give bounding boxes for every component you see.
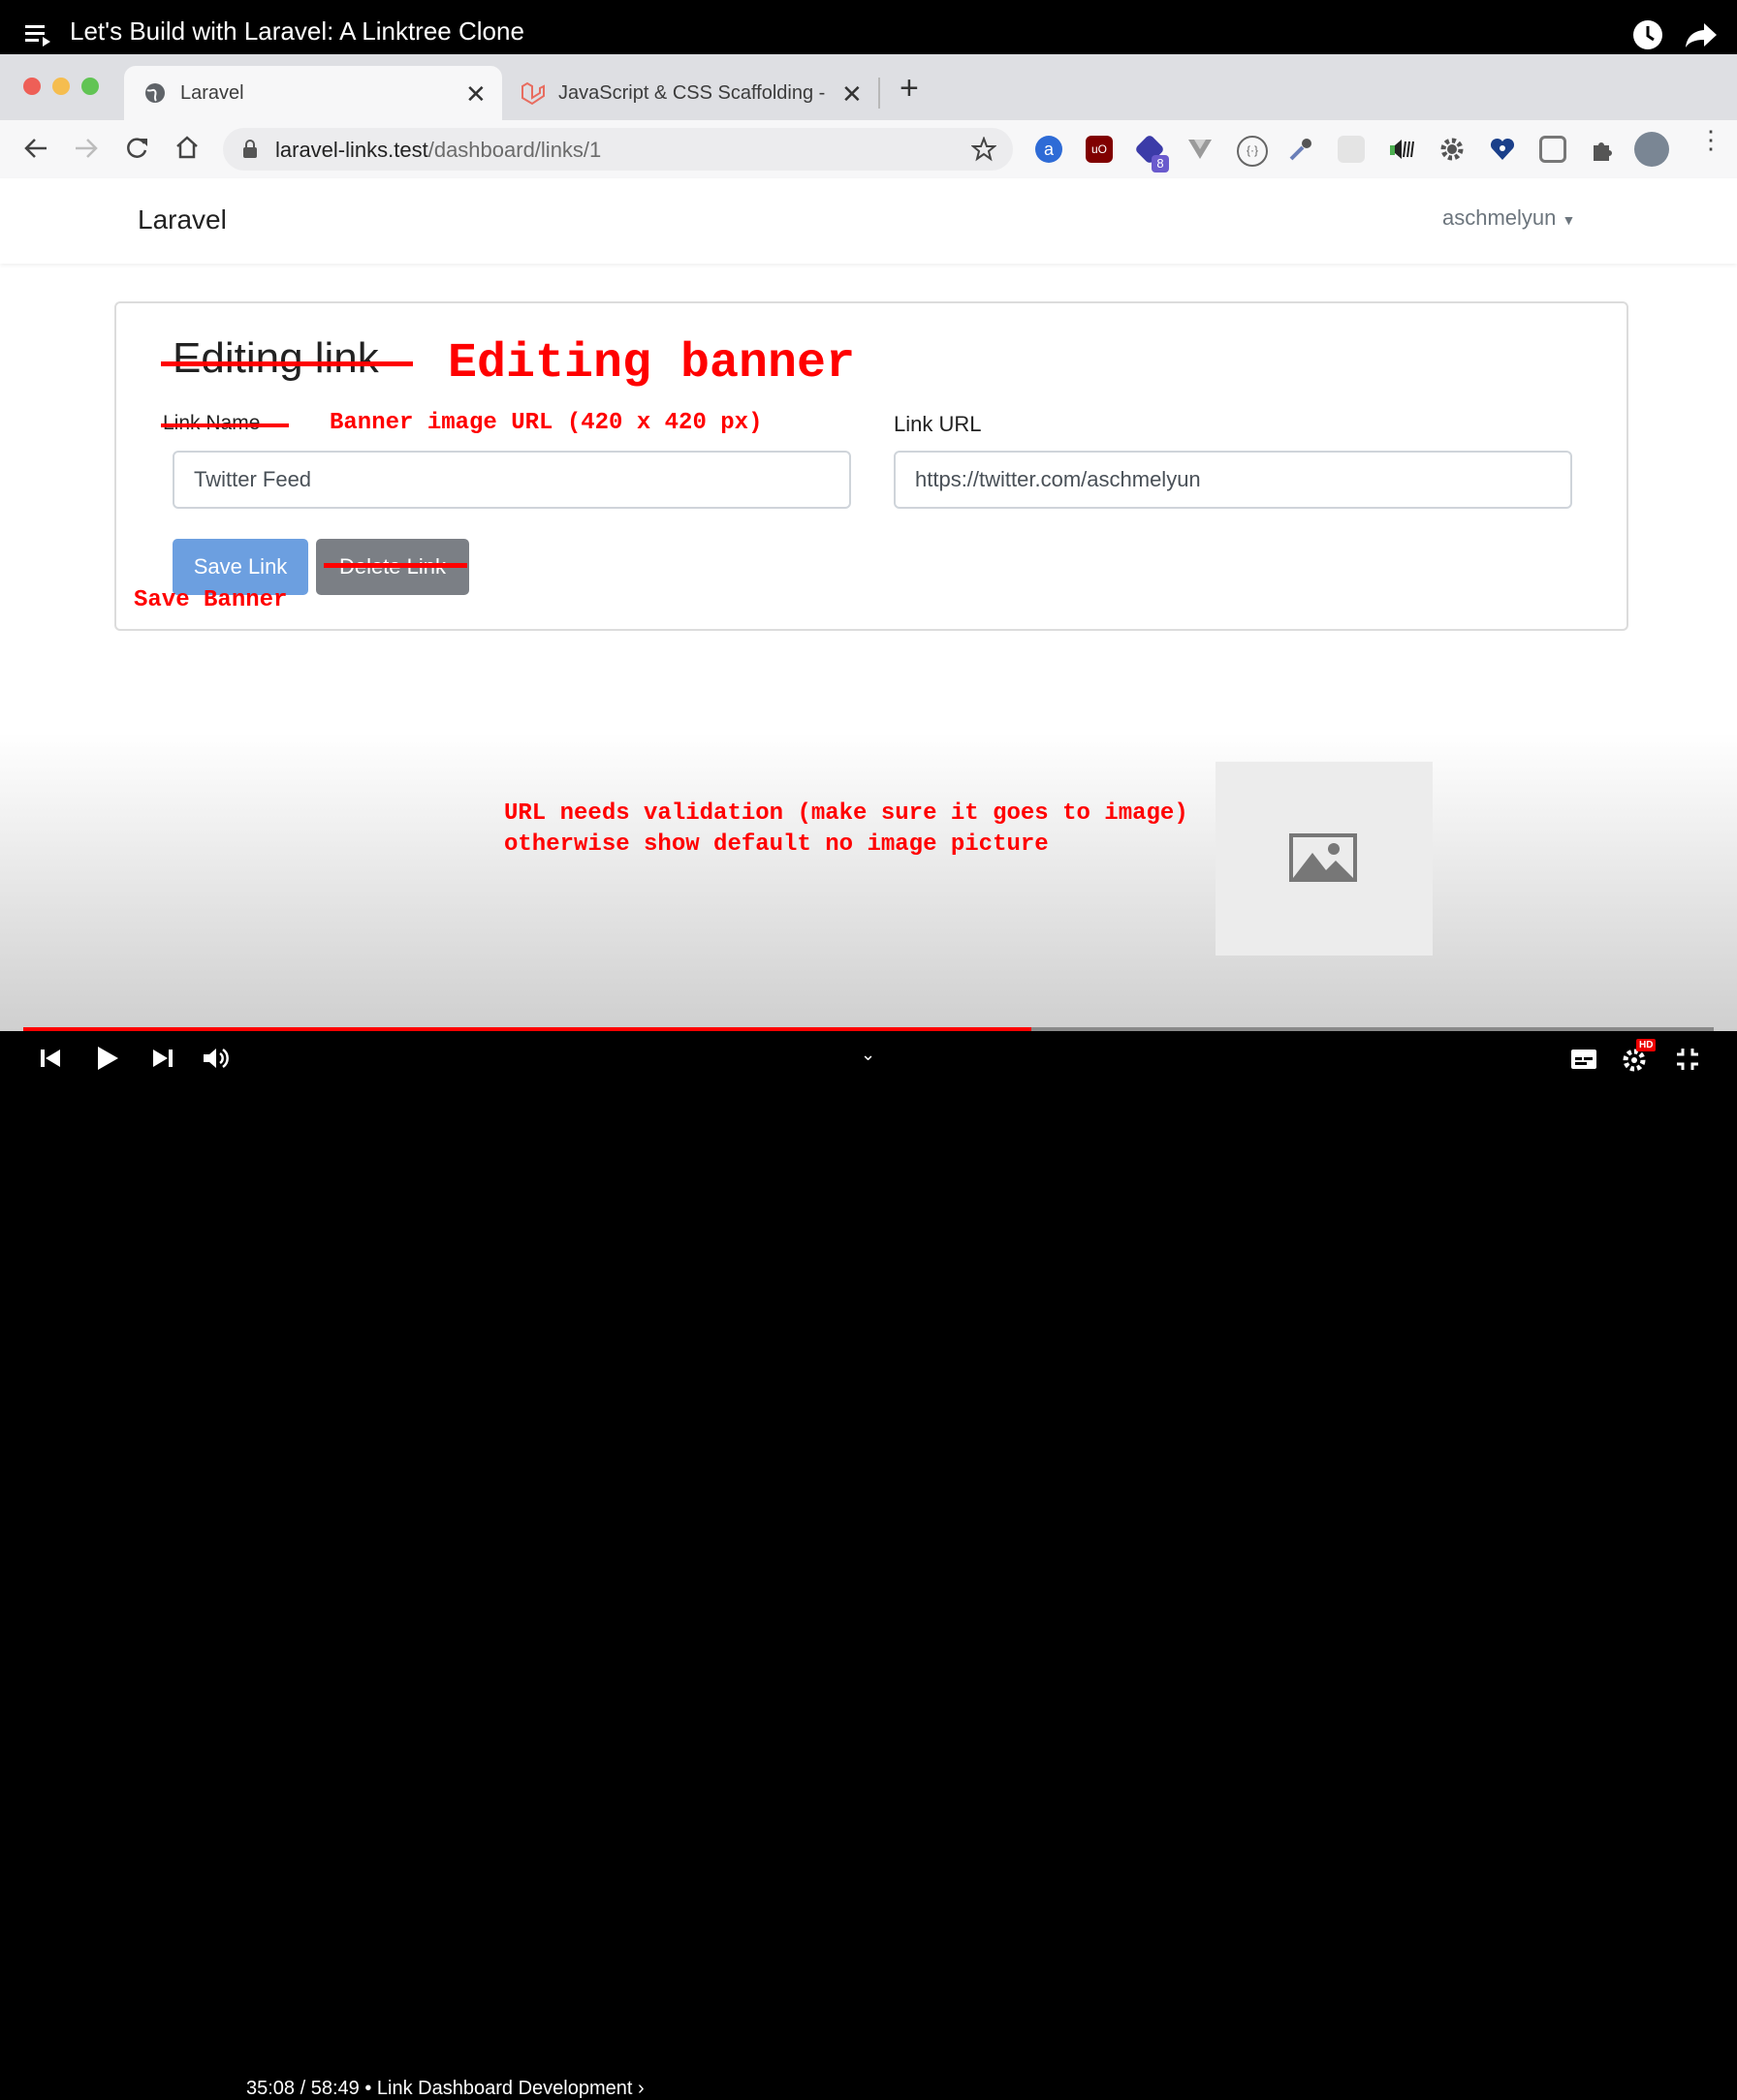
url-host: laravel-links.test <box>275 138 428 162</box>
annotation-heading: Editing banner <box>448 336 856 392</box>
back-icon[interactable] <box>23 136 48 166</box>
maximize-window-button[interactable] <box>81 78 99 95</box>
tab-bar: Laravel ✕ JavaScript & CSS Scaffolding -… <box>0 54 1737 120</box>
browser-menu-icon[interactable]: ⋮ <box>1698 127 1723 152</box>
annotation-save: Save Banner <box>134 587 288 613</box>
time-display: 35:08 / 58:49 • Link Dashboard Developme… <box>246 2078 645 2099</box>
link-name-field[interactable] <box>173 451 851 509</box>
caret-down-icon: ▼ <box>1562 212 1576 228</box>
new-tab-icon[interactable]: + <box>900 70 919 108</box>
url-text[interactable]: laravel-links.test/dashboard/links/1 <box>275 138 601 163</box>
close-tab-icon[interactable]: ✕ <box>465 79 487 110</box>
hd-badge: HD <box>1636 1039 1657 1051</box>
address-bar[interactable]: laravel-links.test/dashboard/links/1 <box>223 128 1013 171</box>
password-manager-icon[interactable] <box>1489 136 1516 168</box>
delete-strikethrough <box>324 563 467 568</box>
edit-link-card: Editing link Editing banner Link Name Ba… <box>114 301 1628 631</box>
title-strikethrough <box>161 361 413 366</box>
annotation-validation-line1: URL needs validation (make sure it goes … <box>504 800 1188 827</box>
close-window-button[interactable] <box>23 78 41 95</box>
navbar-brand[interactable]: Laravel <box>138 204 227 235</box>
browser-toolbar: laravel-links.test/dashboard/links/1 a u… <box>0 120 1737 179</box>
time-total: 58:49 <box>310 2078 360 2099</box>
close-tab-icon[interactable]: ✕ <box>841 79 863 110</box>
reload-icon[interactable] <box>124 136 149 166</box>
volume-icon[interactable] <box>202 1046 229 1076</box>
chapter-title[interactable]: Link Dashboard Development <box>377 2078 633 2099</box>
audio-extension-icon[interactable] <box>1388 136 1415 168</box>
annotation-banner-label: Banner image URL (420 x 420 px) <box>330 410 763 436</box>
chevron-down-icon[interactable]: ⌄ <box>861 1045 875 1065</box>
grid-extension-icon[interactable] <box>1338 136 1365 163</box>
minimize-window-button[interactable] <box>52 78 70 95</box>
user-dropdown[interactable]: aschmelyun ▼ <box>1442 205 1575 231</box>
time-current: 35:08 <box>246 2078 296 2099</box>
eyedropper-icon[interactable] <box>1287 136 1314 168</box>
bookmark-star-icon[interactable] <box>970 136 997 167</box>
settings-gear-extension-icon[interactable] <box>1438 136 1466 168</box>
video-title[interactable]: Let's Build with Laravel: A Linktree Clo… <box>70 16 524 47</box>
browser-window: Laravel ✕ JavaScript & CSS Scaffolding -… <box>0 54 1737 1031</box>
tab-label: JavaScript & CSS Scaffolding - <box>558 82 826 104</box>
subtitles-icon[interactable] <box>1570 1049 1597 1075</box>
previous-icon[interactable] <box>39 1047 62 1075</box>
tab-label: Laravel <box>180 82 244 104</box>
globe-icon <box>143 81 167 105</box>
user-name: aschmelyun <box>1442 205 1557 230</box>
link-url-field[interactable] <box>894 451 1572 509</box>
watch-later-icon[interactable] <box>1632 19 1663 50</box>
cast-extension-icon[interactable] <box>1539 136 1566 163</box>
tab-divider <box>878 78 880 109</box>
label-strikethrough <box>161 423 289 427</box>
tab-laravel[interactable]: Laravel ✕ <box>124 66 502 120</box>
laravel-logo-icon <box>520 81 545 107</box>
home-icon[interactable] <box>174 135 200 165</box>
extension-badge: 8 <box>1152 155 1169 172</box>
no-image-placeholder <box>1216 762 1433 956</box>
video-top-bar: Let's Build with Laravel: A Linktree Clo… <box>0 0 1737 54</box>
app-navbar: Laravel aschmelyun ▼ <box>0 178 1737 264</box>
link-name-input[interactable] <box>174 453 849 507</box>
url-path: /dashboard/links/1 <box>427 138 602 162</box>
link-url-input[interactable] <box>896 453 1570 507</box>
amazon-assistant-icon[interactable]: a <box>1035 136 1062 163</box>
forward-icon[interactable] <box>74 136 99 166</box>
playlist-icon[interactable] <box>25 23 52 47</box>
image-placeholder-icon <box>1289 833 1357 887</box>
exit-fullscreen-icon[interactable] <box>1675 1047 1700 1077</box>
annotation-validation-line2: otherwise show default no image picture <box>504 831 1049 858</box>
page-title: Editing link <box>173 334 379 382</box>
extensions-puzzle-icon[interactable] <box>1590 136 1617 168</box>
share-icon[interactable] <box>1685 21 1718 48</box>
lock-icon[interactable] <box>242 140 258 164</box>
ublock-icon[interactable]: uO <box>1086 136 1113 163</box>
profile-avatar[interactable] <box>1634 132 1669 167</box>
json-viewer-icon[interactable]: {·} <box>1237 136 1268 167</box>
play-icon[interactable] <box>95 1045 120 1077</box>
tab-javascript-css[interactable]: JavaScript & CSS Scaffolding - ✕ <box>504 66 872 120</box>
vue-devtools-icon[interactable] <box>1186 136 1214 168</box>
link-url-label: Link URL <box>894 412 982 436</box>
next-icon[interactable] <box>151 1047 174 1075</box>
video-controls: 35:08 / 58:49 • Link Dashboard Developme… <box>0 1031 1737 2099</box>
